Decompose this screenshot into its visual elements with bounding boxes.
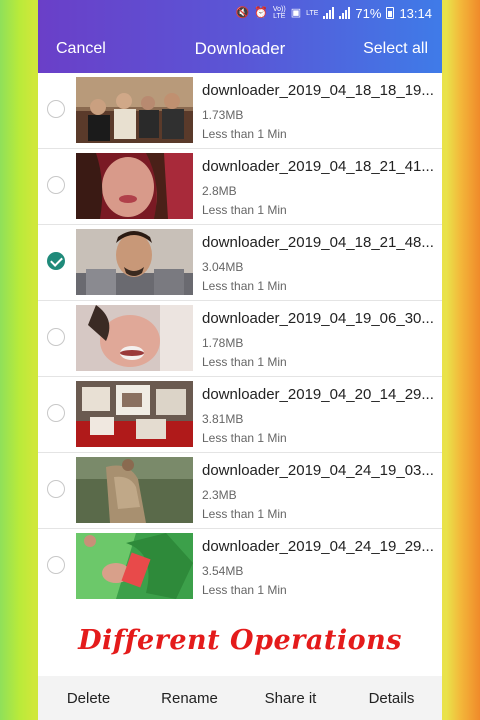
file-size: 2.3MB (202, 488, 237, 502)
share-button[interactable]: Share it (240, 690, 341, 707)
select-radio[interactable] (47, 404, 65, 422)
video-thumbnail (76, 457, 193, 523)
select-all-button[interactable]: Select all (363, 40, 428, 58)
video-thumbnail (76, 533, 193, 599)
file-age: Less than 1 Min (202, 279, 287, 293)
signal-icon (323, 7, 335, 19)
video-thumbnail (76, 229, 193, 295)
banner-text: Different Operations (78, 624, 402, 656)
file-age: Less than 1 Min (202, 127, 287, 141)
file-age: Less than 1 Min (202, 355, 287, 369)
volte-indicator: Vo)) LTE (272, 6, 286, 20)
list-item[interactable]: downloader_2019_04_19_06_30... 1.78MB Le… (38, 301, 442, 377)
file-name: downloader_2019_04_18_21_48... (202, 234, 434, 251)
list-item[interactable]: downloader_2019_04_18_18_19... 1.73MB Le… (38, 73, 442, 149)
file-name: downloader_2019_04_20_14_29... (202, 386, 434, 403)
mute-icon: 🔇 (235, 7, 250, 19)
list-item[interactable]: downloader_2019_04_24_19_03... 2.3MB Les… (38, 453, 442, 529)
data-saver-icon: ▣ (290, 7, 302, 19)
file-size: 3.54MB (202, 564, 244, 578)
status-icons: 🔇 ⏰ Vo)) LTE ▣ LTE 71% 13:14 (235, 4, 432, 22)
file-name: downloader_2019_04_18_18_19... (202, 82, 434, 99)
file-name: downloader_2019_04_19_06_30... (202, 310, 434, 327)
action-bar: Delete Rename Share it Details (38, 676, 442, 720)
video-thumbnail (76, 77, 193, 143)
select-radio-checked[interactable] (47, 252, 65, 270)
app-bar: Cancel Downloader Select all (38, 30, 442, 68)
file-name: downloader_2019_04_18_21_41... (202, 158, 434, 175)
file-name: downloader_2019_04_24_19_29... (202, 538, 434, 555)
download-list: downloader_2019_04_18_18_19... 1.73MB Le… (38, 73, 442, 605)
promo-banner: Different Operations (38, 604, 442, 676)
signal2-icon (339, 7, 351, 19)
select-radio[interactable] (47, 480, 65, 498)
cancel-button[interactable]: Cancel (56, 40, 106, 58)
list-item[interactable]: downloader_2019_04_18_21_41... 2.8MB Les… (38, 149, 442, 225)
delete-button[interactable]: Delete (38, 690, 139, 707)
file-age: Less than 1 Min (202, 507, 287, 521)
top-bar: 🔇 ⏰ Vo)) LTE ▣ LTE 71% 13:14 Cancel Downl… (38, 0, 442, 73)
video-thumbnail (76, 153, 193, 219)
list-item[interactable]: downloader_2019_04_20_14_29... 3.81MB Le… (38, 377, 442, 453)
file-size: 3.04MB (202, 260, 244, 274)
list-item[interactable]: downloader_2019_04_18_21_48... 3.04MB Le… (38, 225, 442, 301)
phone-screen: 🔇 ⏰ Vo)) LTE ▣ LTE 71% 13:14 Cancel Downl… (38, 0, 442, 720)
select-radio[interactable] (47, 100, 65, 118)
file-age: Less than 1 Min (202, 203, 287, 217)
rename-button[interactable]: Rename (139, 690, 240, 707)
file-size: 1.78MB (202, 336, 244, 350)
select-radio[interactable] (47, 556, 65, 574)
details-button[interactable]: Details (341, 690, 442, 707)
lte-indicator: LTE (306, 9, 319, 17)
video-thumbnail (76, 381, 193, 447)
clock: 13:14 (399, 5, 432, 21)
file-size: 2.8MB (202, 184, 237, 198)
battery-icon (386, 7, 395, 19)
select-radio[interactable] (47, 176, 65, 194)
file-age: Less than 1 Min (202, 583, 287, 597)
video-thumbnail (76, 305, 193, 371)
file-size: 3.81MB (202, 412, 244, 426)
battery-percent: 71% (355, 5, 382, 21)
alarm-icon: ⏰ (254, 7, 268, 19)
list-item[interactable]: downloader_2019_04_24_19_29... 3.54MB Le… (38, 529, 442, 605)
status-bar: 🔇 ⏰ Vo)) LTE ▣ LTE 71% 13:14 (38, 0, 442, 26)
file-size: 1.73MB (202, 108, 244, 122)
file-age: Less than 1 Min (202, 431, 287, 445)
file-name: downloader_2019_04_24_19_03... (202, 462, 434, 479)
select-radio[interactable] (47, 328, 65, 346)
